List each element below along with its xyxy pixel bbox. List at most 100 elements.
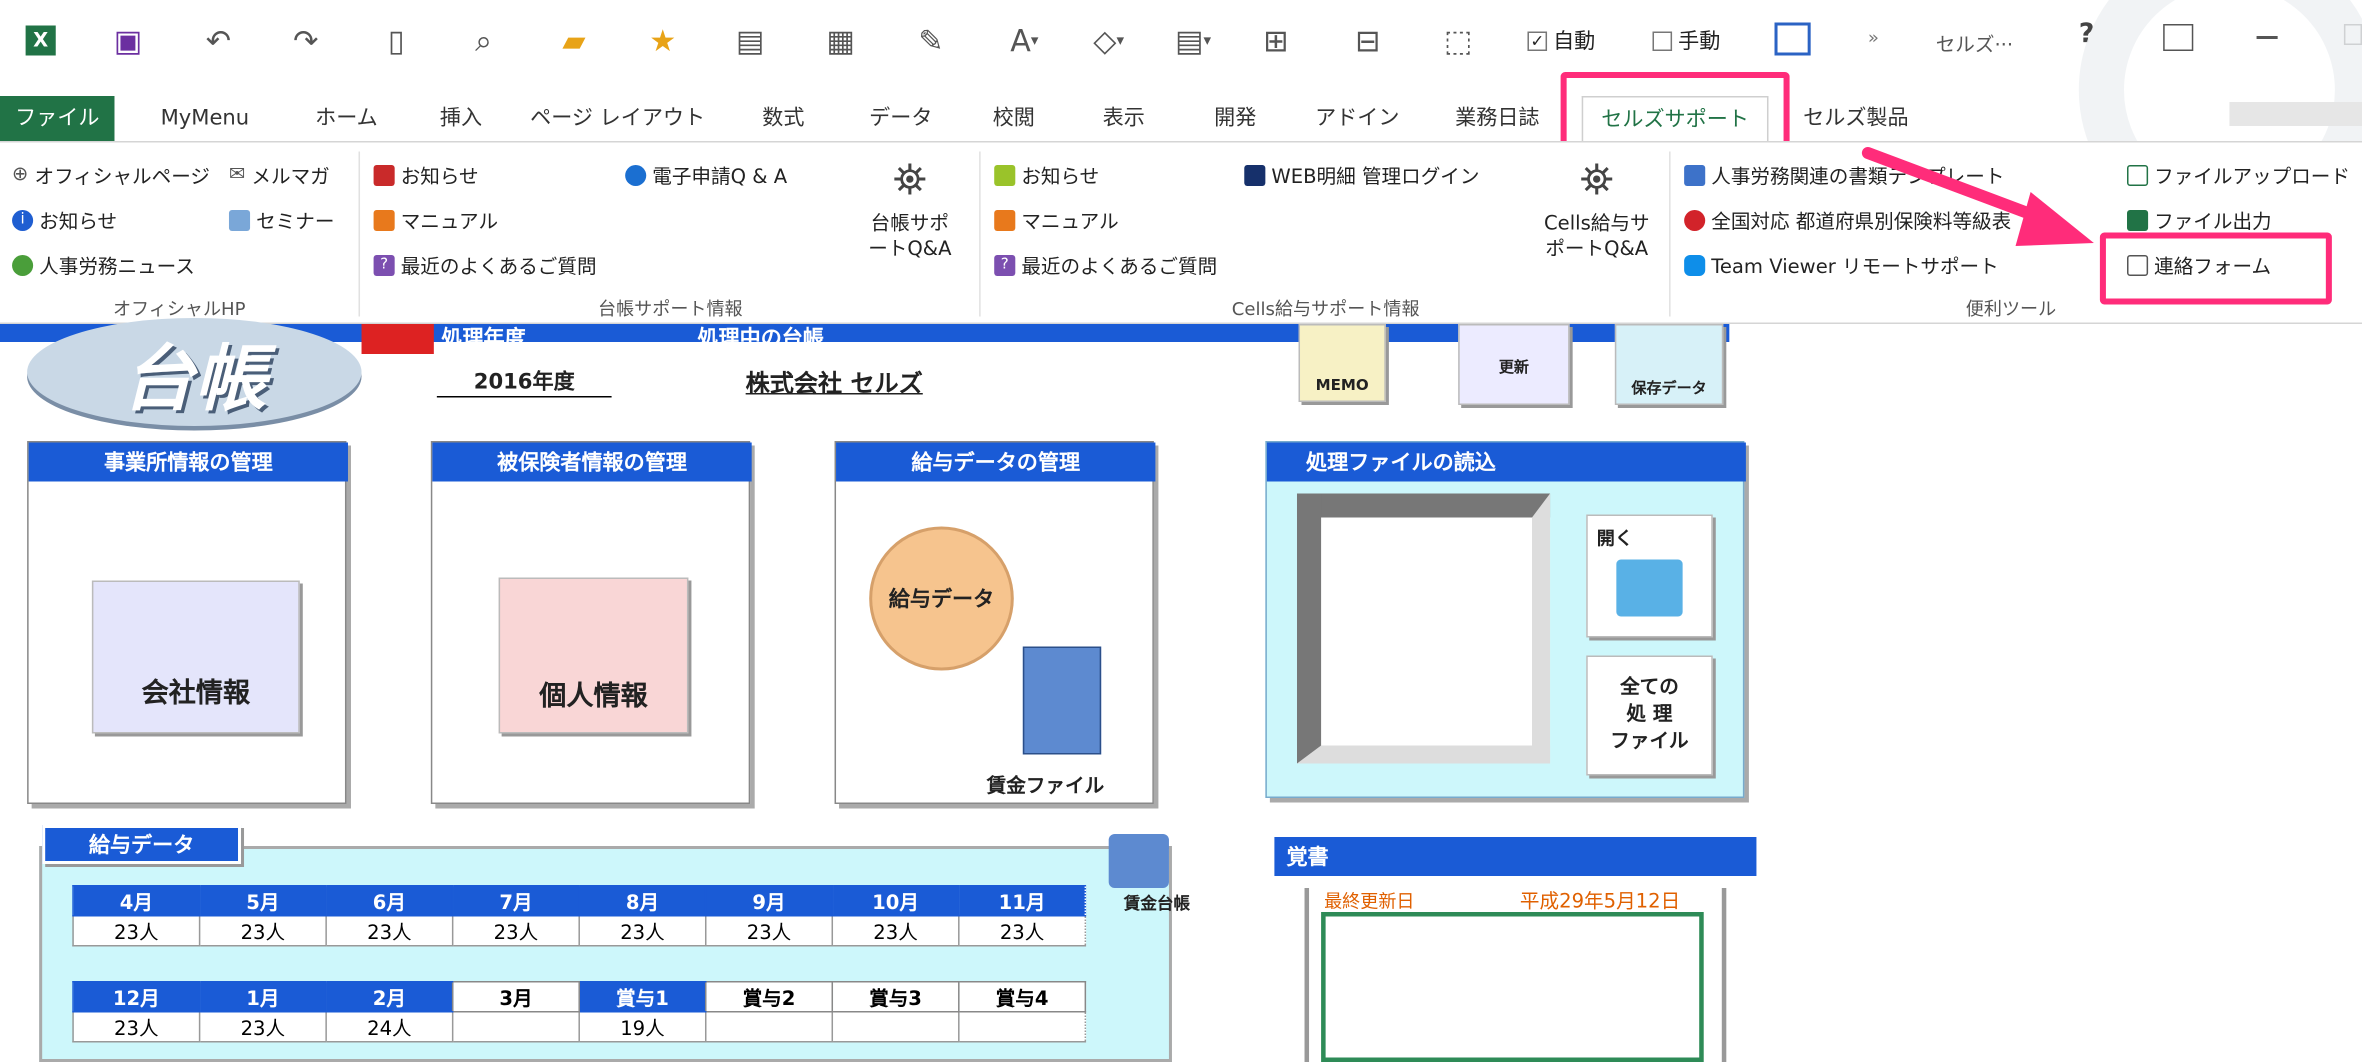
memo-button[interactable]: MEMO — [1298, 324, 1386, 402]
undo-icon[interactable]: ↶ — [199, 21, 238, 60]
shapes-icon[interactable]: ⊞ — [1256, 21, 1295, 60]
salary-data-button[interactable]: 給与データ — [869, 526, 1014, 671]
all-files-line-3: ファイル — [1610, 730, 1689, 754]
auto-checkbox[interactable]: ✓ 自動 — [1527, 26, 1595, 56]
more-icon[interactable]: » — [1868, 27, 1879, 48]
month-header[interactable]: 10月 — [831, 885, 960, 917]
tab-developer[interactable]: 開発 — [1193, 96, 1277, 141]
daicho-manual-link[interactable]: マニュアル — [373, 206, 498, 234]
bonus-header[interactable]: 賞与1 — [578, 981, 707, 1013]
official-news-link[interactable]: i お知らせ — [12, 206, 117, 234]
last-updated-value: 平成29年5月12日 — [1519, 891, 1681, 914]
quick-access-toolbar: X ▣ ↶ ↷ ▯ ⌕ ▰ ★ ▤ ▦ ✎ A ▾ ◇ ▾ ▤ ▾ ⊞ ⊟ ⬚ ✓ 自… — [0, 0, 2362, 240]
new-file-icon[interactable]: ▯ — [377, 21, 416, 60]
hr-news-link[interactable]: 人事労務ニュース — [12, 251, 195, 279]
month-header[interactable]: 8月 — [578, 885, 707, 917]
redo-icon[interactable]: ↷ — [286, 21, 325, 60]
month-header[interactable]: 1月 — [198, 981, 327, 1013]
globe-icon: ⊕ — [12, 163, 29, 187]
tab-addins[interactable]: アドイン — [1305, 96, 1410, 141]
tab-data[interactable]: データ — [856, 96, 946, 141]
personal-info-button[interactable]: 個人情報 — [498, 577, 689, 734]
update-button[interactable]: 更新 — [1458, 324, 1570, 405]
bonus-header[interactable]: 賞与4 — [958, 981, 1087, 1013]
file-output-link[interactable]: ファイル出力 — [2127, 206, 2272, 234]
borders-icon[interactable]: ▤ ▾ — [1163, 21, 1223, 60]
group-separator — [1669, 151, 1671, 317]
manual-icon — [373, 209, 395, 231]
ie-icon — [625, 164, 647, 186]
print-preview-icon[interactable]: ⌕ — [464, 21, 503, 60]
cells-manual-link[interactable]: マニュアル — [994, 206, 1119, 234]
headcount-cell: 23人 — [704, 915, 834, 947]
tab-business-diary[interactable]: 業務日誌 — [1434, 96, 1561, 141]
people-icon — [12, 254, 34, 276]
image-icon[interactable]: ▤ — [731, 21, 770, 60]
format-painter-icon[interactable]: ✎ — [911, 21, 950, 60]
month-header[interactable]: 12月 — [72, 981, 201, 1013]
bonus-header[interactable]: 賞与3 — [831, 981, 960, 1013]
wage-ledger-link[interactable]: 賃金台帳 — [1124, 891, 1190, 915]
fill-color-icon[interactable]: ◇ ▾ — [1079, 21, 1139, 60]
month-header[interactable]: 2月 — [325, 981, 454, 1013]
month-header[interactable]: 6月 — [325, 885, 454, 917]
all-files-button[interactable]: 全ての 処 理 ファイル — [1586, 655, 1713, 776]
group-separator — [358, 151, 361, 317]
file-upload-link[interactable]: ファイルアップロード — [2127, 161, 2350, 189]
seminar-link[interactable]: セミナー — [228, 206, 335, 235]
daicho-faq-link[interactable]: ? 最近のよくあるご質問 — [373, 251, 597, 279]
bonus-header[interactable]: 賞与2 — [704, 981, 834, 1013]
official-page-link[interactable]: ⊕ オフィシャルページ — [12, 161, 210, 190]
ribbon-tabs: ファイル MyMenu ホーム 挿入 ページ レイアウト 数式 データ 校閲 表… — [0, 90, 2362, 141]
check-icon: ✓ — [1527, 30, 1548, 51]
month-header[interactable]: 5月 — [198, 885, 327, 917]
daicho-news-link[interactable]: お知らせ — [373, 161, 479, 189]
highlight-cells-support-tab — [1560, 72, 1790, 150]
headcount-cell — [958, 1011, 1087, 1043]
tab-home[interactable]: ホーム — [294, 96, 399, 141]
open-button[interactable]: 開く — [1586, 514, 1713, 638]
group-label-cells: Cells給与サポート情報 — [1231, 298, 1420, 320]
cells-news-link[interactable]: お知らせ — [994, 161, 1099, 189]
tab-formulas[interactable]: 数式 — [738, 96, 828, 141]
insured-panel-title: 被保険者情報の管理 — [432, 442, 752, 482]
tab-view[interactable]: 表示 — [1082, 96, 1166, 141]
headcount-cell: 23人 — [198, 1011, 327, 1043]
month-header[interactable]: 7月 — [451, 885, 580, 917]
cells-faq-label: 最近のよくあるご質問 — [1021, 256, 1218, 280]
tab-review[interactable]: 校閲 — [972, 96, 1056, 141]
daicho-qa-button[interactable]: ⛯ 台帳サポートQ&A — [853, 155, 967, 290]
seminar-label: セミナー — [256, 211, 335, 235]
tab-insert[interactable]: 挿入 — [419, 96, 503, 141]
manual-checkbox[interactable]: 手動 — [1652, 26, 1720, 56]
memo-panel: 最終更新日 平成29年5月12日 — [1304, 888, 1727, 1062]
memo-text-area[interactable] — [1321, 912, 1704, 1062]
month-header[interactable]: 4月 — [72, 885, 201, 917]
tab-page-layout[interactable]: ページ レイアウト — [527, 96, 708, 141]
month-header[interactable]: 3月 — [451, 981, 580, 1013]
save-icon[interactable]: ▣ — [108, 21, 147, 60]
account-name[interactable]: セルズ··· — [1936, 29, 2013, 58]
salary-panel: 給与データの管理 給与データ 賃金ファイル — [834, 441, 1156, 804]
select-icon[interactable]: ⬚ — [1439, 21, 1478, 60]
company-info-button[interactable]: 会社情報 — [91, 580, 300, 734]
cells-qa-button[interactable]: ⛯ Cells給与サポートQ&A — [1527, 155, 1666, 290]
folder-star-icon[interactable]: ★ — [643, 21, 682, 60]
e-application-qa-link[interactable]: 電子申請Q & A — [625, 161, 787, 189]
group-separator — [979, 151, 981, 317]
table-icon[interactable]: ▦ — [821, 21, 860, 60]
window-icon[interactable] — [1774, 22, 1811, 56]
org-chart-icon[interactable]: ⊟ — [1348, 21, 1387, 60]
tab-mymenu[interactable]: MyMenu — [139, 96, 272, 141]
open-folder-icon[interactable]: ▰ — [554, 21, 593, 60]
save-data-button[interactable]: 保存データ — [1614, 324, 1724, 405]
month-header[interactable]: 11月 — [958, 885, 1087, 917]
month-header[interactable]: 9月 — [704, 885, 834, 917]
mail-magazine-link[interactable]: ✉ メルマガ — [229, 161, 330, 190]
tab-file[interactable]: ファイル — [0, 96, 115, 141]
file-list-box[interactable] — [1296, 493, 1551, 764]
font-color-icon[interactable]: A ▾ — [994, 21, 1054, 60]
wage-file-label[interactable]: 賃金ファイル — [987, 770, 1105, 799]
cells-faq-link[interactable]: ? 最近のよくあるご質問 — [994, 251, 1218, 280]
web-payslip-login-link[interactable]: WEB明細 管理ログイン — [1244, 161, 1479, 189]
